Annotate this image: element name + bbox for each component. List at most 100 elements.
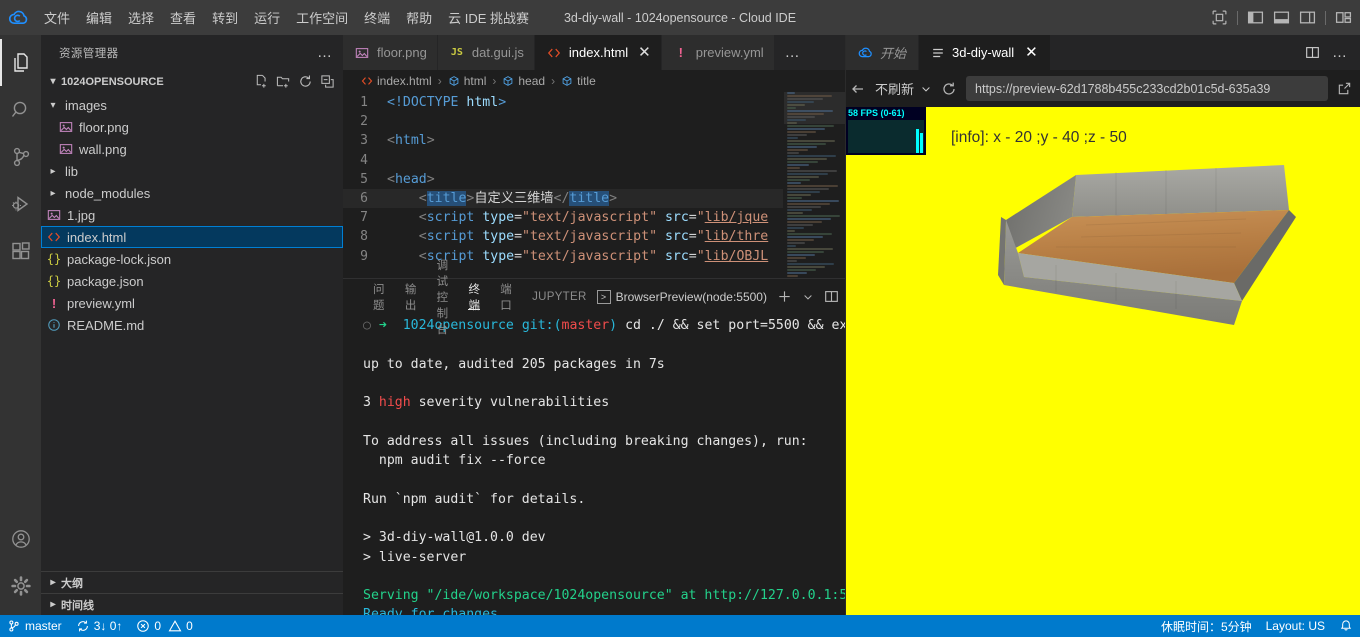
code-editor[interactable]: 1<!DOCTYPE html>23<html>45<head>6 <title… [343,92,845,278]
tree-item-floor-png[interactable]: floor.png [41,116,343,138]
tree-item-readme-md[interactable]: README.md [41,314,343,336]
split-editor-icon[interactable] [1305,45,1320,60]
close-icon[interactable]: ✕ [638,45,651,60]
tree-item-preview-yml[interactable]: !preview.yml [41,292,343,314]
editor-tab-preview-yml[interactable]: !preview.yml [662,35,775,70]
toggle-secondary-sidebar-icon[interactable] [1299,9,1316,26]
three-js-room-scene[interactable] [996,155,1326,335]
tree-item-lib[interactable]: ▸lib [41,160,343,182]
chevron-right-icon[interactable]: ▸ [45,188,61,199]
editor-tab-index-html[interactable]: index.html✕ [535,35,662,70]
code-line[interactable]: 2 [343,112,783,131]
url-input[interactable]: https://preview-62d1788b455c233cd2b01c5d… [966,76,1328,101]
settings-gear-icon[interactable] [0,562,41,609]
code-line[interactable]: 8 <script type="text/javascript" src="li… [343,227,783,246]
tab-debug-console[interactable]: 调试控制台 [427,279,459,314]
status-branch[interactable]: master [0,615,69,637]
chevron-right-icon[interactable]: ▸ [45,166,61,177]
terminal-output[interactable]: ○ ➜ 1024opensource git:(master) cd ./ &&… [343,314,845,615]
customize-layout-menu-icon[interactable] [1335,9,1352,26]
tab-jupyter[interactable]: JUPYTER [522,279,597,314]
tree-item-node-modules[interactable]: ▸node_modules [41,182,343,204]
status-sync[interactable]: 3↓ 0↑ [69,615,130,637]
terminal-dropdown-icon[interactable] [802,291,814,303]
toggle-primary-sidebar-icon[interactable] [1247,9,1264,26]
status-problems[interactable]: 0 0 [129,615,199,637]
menu-view[interactable]: 查看 [162,5,204,30]
tree-item-package-json[interactable]: {}package.json [41,270,343,292]
editor-tabs-more-icon[interactable]: … [775,35,811,70]
tab-ports[interactable]: 端口 [490,279,522,314]
run-and-debug-icon[interactable] [0,180,41,227]
split-terminal-icon[interactable] [824,289,839,304]
tab-3d-diy-wall[interactable]: 3d-diy-wall✕ [919,35,1051,70]
code-lines[interactable]: 1<!DOCTYPE html>23<html>45<head>6 <title… [343,92,783,278]
code-line[interactable]: 5<head> [343,170,783,189]
terminal-token: npm audit fix --force [363,453,546,468]
extensions-icon[interactable] [0,227,41,274]
tree-item-images[interactable]: ▾images [41,94,343,116]
status-keyboard-layout[interactable]: Layout: US [1259,615,1332,637]
customize-layout-icon[interactable] [1211,9,1228,26]
open-external-icon[interactable] [1337,81,1352,96]
explorer-icon[interactable] [0,39,41,86]
tree-item-index-html[interactable]: index.html [41,226,343,248]
tab-get-started[interactable]: 开始 [846,35,919,70]
toggle-panel-icon[interactable] [1273,9,1290,26]
tree-item-package-lock-json[interactable]: {}package-lock.json [41,248,343,270]
menu-go[interactable]: 转到 [204,5,246,30]
refresh-icon[interactable] [298,74,313,89]
terminal-token: ➜ [379,318,395,333]
explorer-root-section[interactable]: ▾ 1024OPENSOURCE [41,70,343,93]
code-line[interactable]: 4 [343,151,783,170]
new-folder-icon[interactable] [276,74,291,89]
menu-selection[interactable]: 选择 [120,5,162,30]
menu-file[interactable]: 文件 [36,5,78,30]
menu-workspace[interactable]: 工作空间 [288,5,356,30]
editor-more-actions-icon[interactable]: … [1332,45,1348,60]
preview-viewport[interactable]: 58 FPS (0-61) [info]: x - 20 ;y - 40 ;z … [846,107,1360,615]
menu-terminal[interactable]: 终端 [356,5,398,30]
scene-info-text: [info]: x - 20 ;y - 40 ;z - 50 [951,129,1127,147]
tree-item-wall-png[interactable]: wall.png [41,138,343,160]
refresh-mode-selector[interactable]: 不刷新 [875,79,932,98]
new-terminal-icon[interactable] [777,289,792,304]
status-sleep-time[interactable]: 休眠时间：5分钟 [1154,615,1259,637]
breadcrumb-item[interactable]: html [448,74,487,88]
code-line[interactable]: 7 <script type="text/javascript" src="li… [343,208,783,227]
breadcrumb-item[interactable]: head [502,74,545,88]
tab-problems[interactable]: 问题 [363,279,395,314]
reload-icon[interactable] [941,81,957,97]
collapse-all-icon[interactable] [320,74,335,89]
code-line[interactable]: 1<!DOCTYPE html> [343,93,783,112]
code-line[interactable]: 6 <title>自定义三维墙</title> [343,189,783,208]
status-notifications[interactable] [1332,615,1360,637]
editor-tab-dat-gui-js[interactable]: JSdat.gui.js [438,35,535,70]
menu-help[interactable]: 帮助 [398,5,440,30]
breadcrumb-item[interactable]: index.html [361,74,432,88]
back-arrow-icon[interactable] [850,81,866,97]
close-icon[interactable]: ✕ [1025,45,1038,60]
terminal-selector[interactable]: > BrowserPreview(node:5500) [597,290,767,304]
workbench-body: 资源管理器 … ▾ 1024OPENSOURCE [0,35,1360,615]
timeline-section[interactable]: ▸时间线 [41,593,343,615]
outline-section[interactable]: ▸大纲 [41,571,343,593]
menu-edit[interactable]: 编辑 [78,5,120,30]
new-file-icon[interactable] [254,74,269,89]
tree-item-1-jpg[interactable]: 1.jpg [41,204,343,226]
tab-terminal[interactable]: 终端 [458,279,490,314]
accounts-icon[interactable] [0,515,41,562]
code-line[interactable]: 3<html> [343,131,783,150]
menu-run[interactable]: 运行 [246,5,288,30]
minimap-line [787,242,805,244]
breadcrumb-item[interactable]: title [561,74,596,88]
menu-cloud-ide-challenge[interactable]: 云 IDE 挑战赛 [440,5,537,30]
search-icon[interactable] [0,86,41,133]
chevron-down-icon[interactable]: ▾ [45,100,61,111]
editor-tab-floor-png[interactable]: floor.png [343,35,438,70]
sidebar-more-actions-icon[interactable]: … [317,44,333,61]
editor-minimap[interactable] [783,92,845,278]
code-line[interactable]: 9 <script type="text/javascript" src="li… [343,247,783,266]
tab-output[interactable]: 输出 [395,279,427,314]
source-control-icon[interactable] [0,133,41,180]
